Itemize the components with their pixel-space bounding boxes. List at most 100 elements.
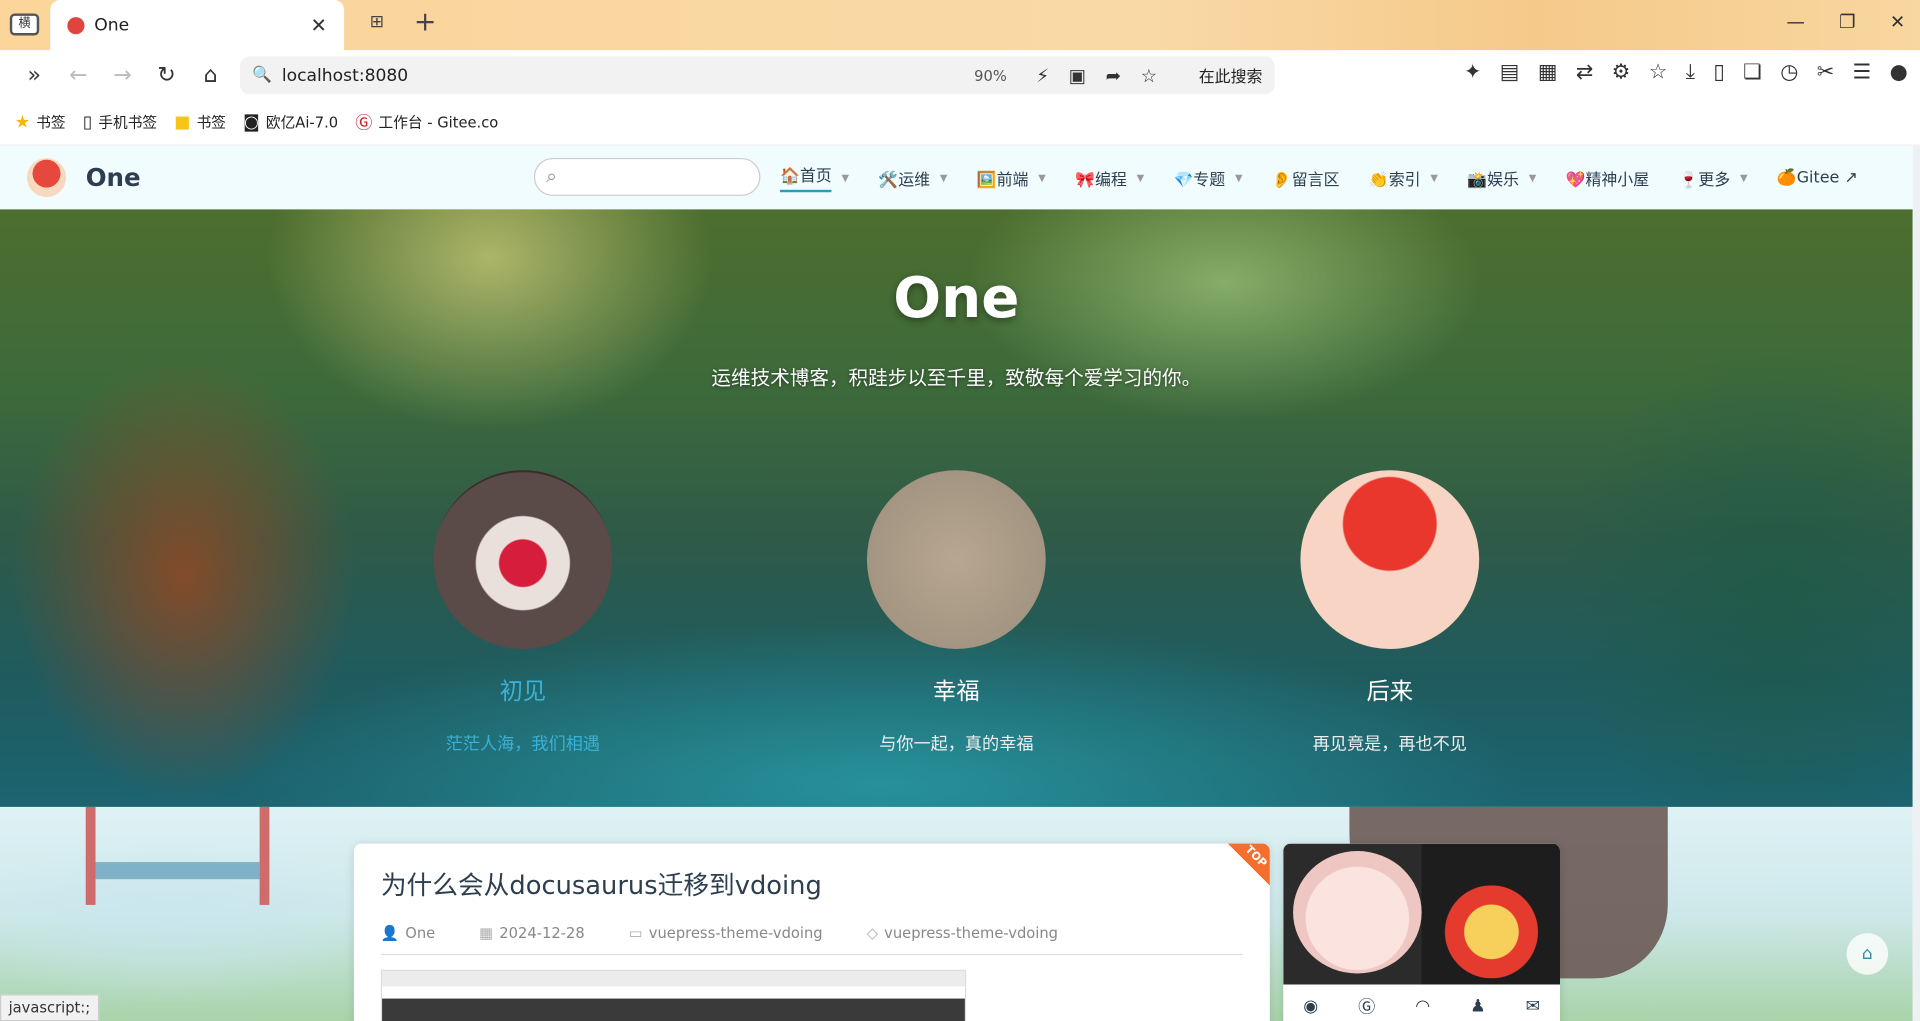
post-tag[interactable]: ◇ vuepress-theme-vdoing — [867, 924, 1080, 941]
top-badge: TOP — [1228, 843, 1270, 886]
post-date: ▦ 2024-12-28 — [479, 924, 606, 941]
bookmark-label: 欧亿Ai-7.0 — [265, 113, 339, 132]
favorite-icon[interactable]: ☆ — [1141, 64, 1157, 86]
user-icon: 👤 — [380, 924, 400, 942]
post-tag-text: vuepress-theme-vdoing — [884, 924, 1059, 942]
nav-item-frontend[interactable]: 🖼️前端 ▼ — [977, 146, 1046, 210]
nav-item-programming[interactable]: 🎀编程 ▼ — [1075, 146, 1144, 210]
browser-tab[interactable]: One ✕ — [50, 0, 345, 51]
menu-icon[interactable]: ☰ — [1853, 60, 1872, 84]
bookmark-item[interactable]: ■ 书签 — [174, 111, 226, 132]
site-name[interactable]: One — [86, 163, 141, 192]
lightning-icon[interactable]: ⚡ — [1036, 64, 1049, 86]
bookmark-item[interactable]: ▯ 手机书签 — [83, 111, 157, 132]
bookmark-item[interactable]: ★ 书签 — [15, 111, 66, 132]
tab-title: One — [94, 15, 130, 35]
back-icon[interactable]: ← — [56, 62, 100, 88]
tab-sidebar-toggle[interactable]: 横 — [9, 13, 40, 36]
window-controls: — ❐ ✕ — [1787, 11, 1906, 33]
qq-icon[interactable]: ♟ — [1470, 996, 1485, 1016]
chart-icon[interactable]: ▦ — [1538, 60, 1558, 84]
minimize-icon[interactable]: — — [1787, 11, 1805, 33]
hero-banner: One 运维技术博客，积跬步以至千里，致敬每个爱学习的你。 初见 茫茫人海，我们… — [0, 209, 1913, 807]
rss-icon[interactable]: ◠ — [1415, 996, 1430, 1016]
post-thumbnail[interactable] — [380, 969, 967, 1021]
zoom-level[interactable]: 90% — [974, 67, 1007, 84]
reload-icon[interactable]: ↻ — [144, 62, 188, 88]
search-engine-box[interactable]: 在此搜索 — [1189, 64, 1263, 87]
phone-icon: ▯ — [82, 112, 93, 132]
feature-card[interactable]: 后来 再见竟是，再也不见 — [1231, 470, 1549, 755]
ai-icon[interactable]: ✦ — [1464, 60, 1481, 84]
nav-item-index[interactable]: 👏索引 ▼ — [1369, 146, 1438, 210]
blogger-card: ◉ Ⓖ ◠ ♟ ✉ — [1283, 843, 1561, 1021]
tab-groups-icon[interactable]: ⊞ — [370, 12, 384, 32]
share-icon[interactable]: ➦ — [1106, 64, 1121, 86]
nav-item-guestbook[interactable]: 👂留言区 — [1272, 146, 1340, 210]
site-search-input[interactable]: ⌕ — [533, 157, 761, 196]
home-icon[interactable]: ⌂ — [189, 62, 233, 88]
nav-label: 🎀编程 — [1075, 170, 1127, 190]
mouse-image — [1430, 885, 1553, 979]
bookmark-item[interactable]: ◙ 欧亿Ai-7.0 — [243, 111, 338, 132]
star-icon: ★ — [14, 112, 31, 132]
feature-desc: 茫茫人海，我们相遇 — [445, 734, 601, 755]
url-text[interactable]: localhost:8080 — [282, 66, 974, 86]
history-icon[interactable]: ◷ — [1780, 60, 1798, 84]
download-icon[interactable]: ⤓ — [1686, 60, 1695, 84]
nav-label: 📸娱乐 — [1467, 170, 1519, 190]
gitee-icon[interactable]: Ⓖ — [1358, 994, 1375, 1018]
bookmark-star-icon[interactable]: ☆ — [1649, 60, 1668, 84]
chevron-down-icon: ▼ — [939, 172, 948, 184]
folder-icon: ■ — [174, 112, 191, 132]
extensions-icon[interactable]: ⚙ — [1612, 60, 1631, 84]
nav-label: 👂留言区 — [1271, 170, 1340, 190]
close-tab-icon[interactable]: ✕ — [311, 13, 327, 36]
post-category[interactable]: ▭ vuepress-theme-vdoing — [629, 924, 845, 941]
nav-label: 💖精神小屋 — [1565, 170, 1650, 190]
hero-title: One — [893, 264, 1020, 331]
restore-icon[interactable]: ❐ — [1839, 11, 1855, 33]
forward-icon[interactable]: → — [100, 62, 144, 88]
nav-item-topics[interactable]: 💎专题 ▼ — [1174, 146, 1243, 210]
nav-item-ops[interactable]: 🛠️运维 ▼ — [878, 146, 947, 210]
feature-card[interactable]: 幸福 与你一起，真的幸福 — [797, 470, 1115, 755]
address-bar[interactable]: 🔍 localhost:8080 90% ⚡ ▣ ➦ ☆ 在此搜索 — [240, 56, 1275, 95]
sidebar-expand-icon[interactable]: » — [12, 62, 56, 88]
nav-label: 🖼️前端 — [976, 170, 1029, 190]
bookmark-label: 书签 — [196, 113, 226, 132]
feature-card[interactable]: 初见 茫茫人海，我们相遇 — [364, 470, 682, 755]
copy-icon[interactable]: ❏ — [1743, 60, 1762, 84]
bookmark-label: 工作台 - Gitee.co — [378, 113, 499, 132]
website: One ⌕ 🏠首页 ▼ 🛠️运维 ▼ 🖼️前端 ▼ 🎀编程 ▼ 💎专题 ▼ 👂留言区 👏索… — [0, 145, 1913, 1021]
github-icon[interactable]: ◉ — [1303, 996, 1318, 1016]
feature-image — [433, 470, 613, 649]
nav-item-spirit-house[interactable]: 💖精神小屋 — [1566, 146, 1649, 210]
scissors-icon[interactable]: ✂ — [1817, 60, 1834, 84]
feature-image — [1300, 470, 1480, 649]
screenshot-icon[interactable]: ▣ — [1069, 64, 1086, 86]
close-window-icon[interactable]: ✕ — [1890, 11, 1905, 33]
phone-icon[interactable]: ▯ — [1713, 60, 1724, 84]
nav-item-entertainment[interactable]: 📸娱乐 ▼ — [1467, 146, 1536, 210]
bookmarks-bar: ★ 书签 ▯ 手机书签 ■ 书签 ◙ 欧亿Ai-7.0 Ⓖ 工作台 - Gitee.co — [0, 99, 1920, 146]
post-category-text: vuepress-theme-vdoing — [648, 924, 823, 942]
bookmark-item[interactable]: Ⓖ 工作台 - Gitee.co — [355, 110, 498, 134]
theme-toggle-icon[interactable]: ⌂ — [1846, 933, 1889, 975]
post-card[interactable]: TOP 为什么会从docusaurus迁移到vdoing 👤 One ▦ 2024-… — [353, 843, 1270, 1021]
post-author[interactable]: 👤 One — [381, 924, 457, 941]
nav-item-gitee[interactable]: 🍊Gitee ↗ — [1777, 146, 1858, 210]
post-title[interactable]: 为什么会从docusaurus迁移到vdoing — [381, 866, 1243, 903]
page-scrollbar[interactable] — [1912, 145, 1920, 1021]
browser-toolbar: » ← → ↻ ⌂ 🔍 localhost:8080 90% ⚡ ▣ ➦ ☆ 在… — [0, 50, 1920, 100]
nav-item-more[interactable]: 🍷更多 ▼ — [1679, 146, 1748, 210]
site-favicon-icon — [67, 16, 85, 34]
folder-icon[interactable]: ▤ — [1500, 60, 1520, 84]
feature-desc: 与你一起，真的幸福 — [879, 734, 1034, 755]
site-logo[interactable] — [26, 157, 67, 198]
mail-icon[interactable]: ✉ — [1526, 996, 1540, 1016]
translate-icon[interactable]: ⇄ — [1576, 60, 1593, 84]
profile-avatar[interactable]: ● — [1890, 60, 1908, 84]
nav-item-home[interactable]: 🏠首页 ▼ — [780, 146, 849, 210]
new-tab-icon[interactable]: + — [414, 7, 437, 38]
